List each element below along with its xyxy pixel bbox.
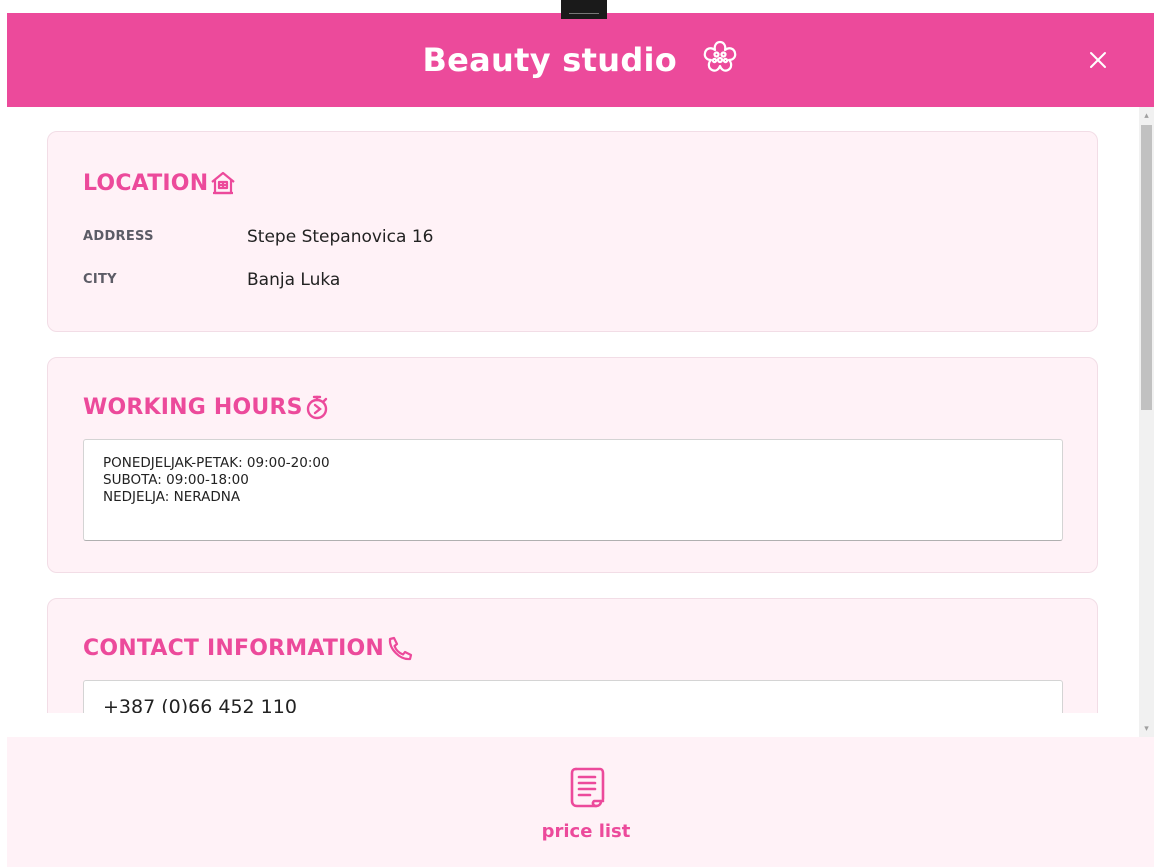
modal-title: Beauty studio	[7, 39, 1154, 85]
working-hours-title-text: WORKING HOURS	[83, 394, 303, 420]
window-handle	[561, 0, 607, 19]
flower-icon	[701, 39, 739, 85]
close-button[interactable]	[1086, 48, 1110, 72]
stopwatch-icon	[306, 395, 327, 420]
house-icon	[211, 171, 236, 195]
modal-content[interactable]: LOCATION ADDRESS Stepe Stepanovica 16 CI…	[7, 107, 1139, 713]
city-value: Banja Luka	[247, 270, 341, 290]
price-list-button[interactable]: price list	[526, 765, 646, 855]
hours-sunday: NEDJELJA: NERADNA	[103, 489, 241, 505]
scroll-down-arrow-icon[interactable]: ▾	[1139, 720, 1154, 737]
working-hours-title: WORKING HOURS	[83, 394, 330, 420]
address-value: Stepe Stepanovica 16	[247, 227, 434, 247]
working-hours-card: WORKING HOURS PONEDJELJAK-PETAK: 09:00-2…	[47, 357, 1098, 573]
phone-icon	[388, 636, 413, 661]
modal-footer: price list	[7, 737, 1154, 867]
working-hours-textarea[interactable]: PONEDJELJAK-PETAK: 09:00-20:00 SUBOTA: 0…	[83, 439, 1063, 541]
modal-title-text: Beauty studio	[422, 41, 678, 79]
location-title-text: LOCATION	[83, 170, 209, 196]
content-scrollbar[interactable]: ▴ ▾	[1139, 107, 1154, 737]
close-icon	[1090, 52, 1106, 68]
scroll-document-icon	[570, 767, 605, 808]
hours-weekdays: PONEDJELJAK-PETAK: 09:00-20:00	[103, 455, 330, 471]
scrollbar-thumb[interactable]	[1141, 125, 1152, 410]
hours-saturday: SUBOTA: 09:00-18:00	[103, 472, 249, 488]
contact-title-text: CONTACT INFORMATION	[83, 635, 384, 661]
scroll-up-arrow-icon[interactable]: ▴	[1139, 107, 1154, 124]
modal-header: Beauty studio	[7, 13, 1154, 107]
address-label: ADDRESS	[83, 229, 154, 244]
contact-phone-value: +387 (0)66 452 110	[103, 696, 297, 713]
location-title: LOCATION	[83, 170, 237, 196]
contact-card: CONTACT INFORMATION +387 (0)66 452 110	[47, 598, 1098, 713]
contact-phone-field[interactable]: +387 (0)66 452 110	[83, 680, 1063, 713]
location-card: LOCATION ADDRESS Stepe Stepanovica 16 CI…	[47, 131, 1098, 332]
price-list-label: price list	[541, 821, 631, 842]
contact-title: CONTACT INFORMATION	[83, 635, 415, 661]
city-label: CITY	[83, 272, 117, 287]
